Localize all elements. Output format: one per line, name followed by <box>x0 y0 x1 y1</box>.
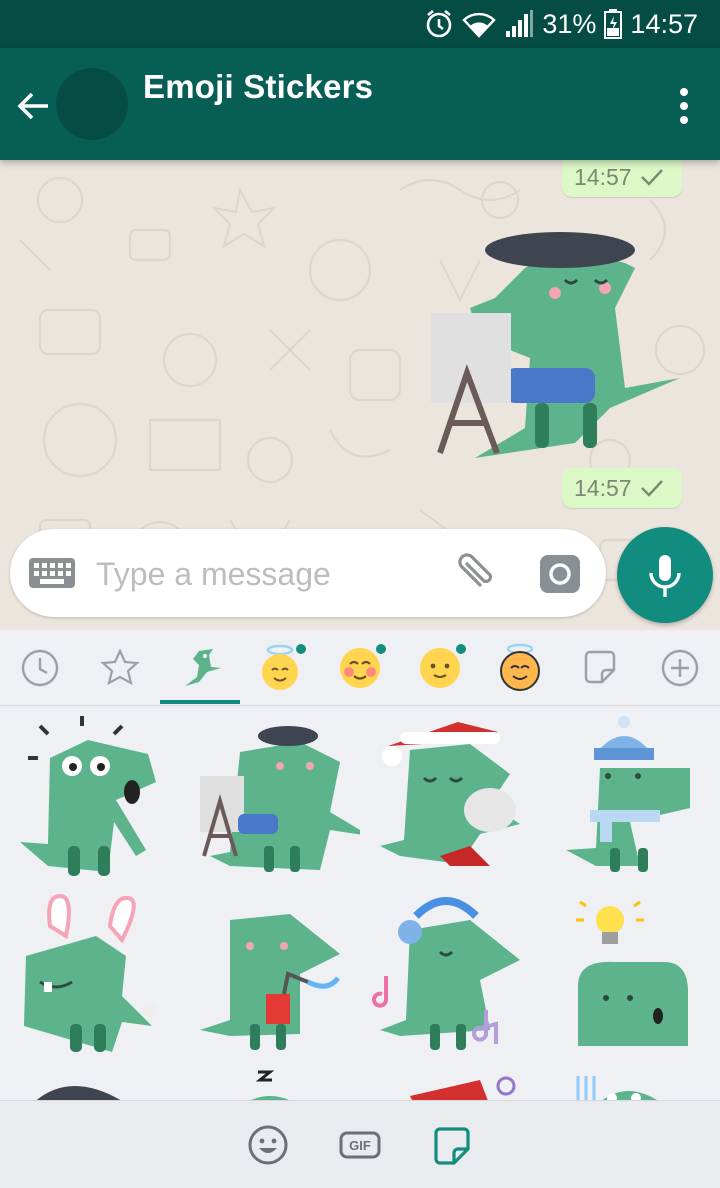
smile-emoji-pack-tab[interactable] <box>400 630 480 706</box>
favorites-icon[interactable] <box>80 630 160 706</box>
sticker-item[interactable] <box>180 1066 360 1100</box>
sticker-item[interactable] <box>360 886 540 1066</box>
gif-icon[interactable]: GIF <box>338 1123 382 1167</box>
composer: Type a message <box>0 527 720 627</box>
svg-text:GIF: GIF <box>349 1138 371 1153</box>
keyboard-switcher-bar: GIF <box>0 1100 720 1188</box>
sticker-item[interactable] <box>360 1066 540 1100</box>
halo-emoji-pack-tab[interactable] <box>480 630 560 706</box>
message-input[interactable]: Type a message <box>10 529 606 617</box>
wifi-icon <box>462 10 497 38</box>
sent-check-icon <box>640 169 663 186</box>
sticker-item[interactable] <box>0 706 180 886</box>
camera-icon[interactable] <box>538 553 582 595</box>
clock-time: 14:57 <box>630 8 698 39</box>
sent-check-icon <box>640 480 663 497</box>
sticker-item[interactable] <box>360 706 540 886</box>
blush-emoji-pack-tab[interactable] <box>320 630 400 706</box>
sticker-pack-tabs <box>0 630 720 706</box>
sticker-icon[interactable] <box>430 1123 474 1167</box>
status-bar: 31% 14:57 <box>0 0 720 48</box>
angel-emoji-pack-tab[interactable] <box>240 630 320 706</box>
emoji-icon[interactable] <box>246 1123 290 1167</box>
message-placeholder: Type a message <box>96 556 331 592</box>
sticker-item[interactable] <box>180 886 360 1066</box>
new-sticker-pack-icon[interactable] <box>560 630 640 706</box>
message-time: 14:57 <box>574 163 632 190</box>
alarm-icon <box>424 9 454 39</box>
sticker-item[interactable] <box>180 706 360 886</box>
dino-pack-tab[interactable] <box>160 630 240 706</box>
sticker-item[interactable] <box>540 886 720 1066</box>
battery-icon <box>604 9 623 39</box>
sticker-message[interactable] <box>425 228 687 464</box>
chat-title[interactable]: Emoji Stickers <box>143 68 373 106</box>
microphone-icon <box>649 555 681 597</box>
sticker-item[interactable] <box>0 1066 180 1100</box>
avatar[interactable] <box>56 68 128 140</box>
sticker-item[interactable] <box>540 1066 720 1100</box>
back-arrow-icon[interactable] <box>14 86 54 126</box>
sticker-item[interactable] <box>0 886 180 1066</box>
message-time: 14:57 <box>574 474 632 501</box>
message-bubble[interactable]: 14:57 <box>562 468 682 508</box>
battery-percent: 31% <box>542 8 597 39</box>
recent-icon[interactable] <box>0 630 80 706</box>
sticker-item[interactable] <box>540 706 720 886</box>
attach-icon[interactable] <box>450 551 494 595</box>
sticker-tray <box>0 630 720 1100</box>
add-pack-icon[interactable] <box>640 630 720 706</box>
message-bubble[interactable]: 14:57 <box>562 160 682 197</box>
keyboard-icon[interactable] <box>28 557 76 589</box>
more-options-icon[interactable] <box>678 86 690 126</box>
signal-icon <box>504 9 534 39</box>
voice-record-button[interactable] <box>617 527 713 623</box>
active-tab-indicator <box>160 700 240 704</box>
app-bar: Emoji Stickers <box>0 48 720 160</box>
